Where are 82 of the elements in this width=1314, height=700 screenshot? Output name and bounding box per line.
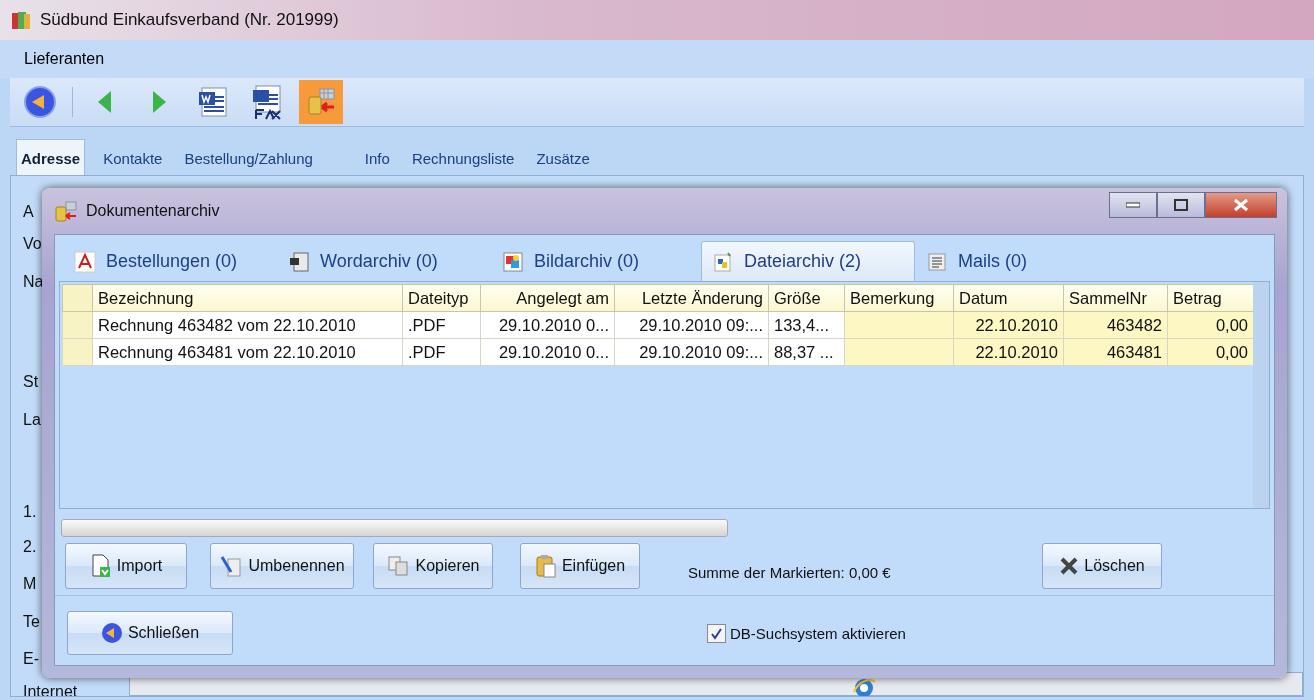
form-label: 1.	[23, 503, 37, 522]
tab[interactable]: Wordarchiv (0)	[277, 241, 491, 281]
maximize-button[interactable]	[1157, 192, 1205, 218]
tab[interactable]: Bestellung/Zahlung	[180, 140, 317, 175]
tab[interactable]: Mails (0)	[915, 241, 1045, 281]
copy-icon	[386, 555, 411, 577]
tab[interactable]: Bildarchiv (0)	[491, 241, 701, 281]
form-label: St	[23, 373, 39, 392]
cross-icon	[1059, 556, 1080, 576]
form-label: 2.	[23, 538, 37, 557]
form-label: Vo	[23, 235, 42, 254]
table-cell: 29.10.2010 0...	[480, 338, 615, 366]
table-cell: 29.10.2010 0...	[480, 311, 615, 339]
image-icon	[502, 250, 524, 273]
archive-icon	[54, 200, 78, 222]
table-cell: 88,37 ...	[768, 338, 845, 366]
scrollbar[interactable]	[1253, 282, 1269, 508]
close-dialog-button[interactable]: Schließen	[67, 611, 233, 655]
checkbox[interactable]	[707, 623, 726, 643]
table-cell: 22.10.2010	[953, 338, 1064, 366]
back-icon	[100, 622, 123, 644]
tab[interactable]: Adresse	[16, 139, 86, 175]
tab[interactable]: Dateiarchiv (2)	[701, 241, 915, 281]
table-cell: Rechnung 463481 vom 22.10.2010	[92, 338, 403, 366]
column-header[interactable]: SammelNr	[1063, 284, 1168, 312]
pdf-icon	[74, 250, 96, 273]
table-cell: 0,00	[1167, 338, 1254, 366]
row-header	[62, 284, 93, 312]
checkbox-label[interactable]: DB-Suchsystem aktivieren	[730, 624, 906, 642]
table-cell: Rechnung 463482 vom 22.10.2010	[92, 311, 403, 339]
form-label: La	[23, 411, 41, 430]
minimize-icon	[1126, 202, 1140, 208]
close-button[interactable]	[1205, 192, 1277, 218]
mail-document-icon	[926, 250, 948, 273]
rename-icon	[219, 554, 244, 578]
tab[interactable]: Zusätze	[532, 140, 594, 175]
window-title: Südbund Einkaufsverband (Nr. 201999)	[40, 10, 339, 30]
table-cell: 29.10.2010 09:...	[614, 338, 769, 366]
menu-item[interactable]: Lieferanten	[24, 50, 105, 68]
form-label: E-	[23, 650, 39, 669]
document-icon	[288, 250, 310, 273]
tab[interactable]: Info	[360, 140, 394, 175]
form-label: A	[23, 203, 34, 222]
tab[interactable]: Bestellungen (0)	[63, 241, 277, 281]
table-cell: 463481	[1063, 338, 1168, 366]
scrollbar[interactable]	[61, 519, 728, 537]
table-cell: .PDF	[402, 311, 481, 339]
import-button[interactable]: Import	[65, 543, 187, 589]
archive-icon[interactable]	[306, 87, 336, 117]
close-icon	[1233, 198, 1249, 212]
column-header[interactable]: Letzte Änderung	[614, 284, 769, 312]
form-label: Na	[23, 273, 44, 292]
column-header[interactable]: Dateityp	[402, 284, 481, 312]
sum-label: Summe der Markierten: 0,00 €	[688, 563, 892, 581]
column-header[interactable]: Betrag	[1167, 284, 1254, 312]
copy-button[interactable]: Kopieren	[373, 543, 493, 589]
app-icon	[10, 9, 32, 31]
delete-button[interactable]: Löschen	[1042, 543, 1162, 589]
table-cell: 463482	[1063, 311, 1168, 339]
table-cell: 22.10.2010	[953, 311, 1064, 339]
form-label: Te	[23, 613, 40, 632]
table-cell: .PDF	[402, 338, 481, 366]
column-header[interactable]: Angelegt am	[480, 284, 615, 312]
file-icon	[712, 250, 734, 273]
paste-button[interactable]: Einfügen	[520, 543, 640, 589]
rename-button[interactable]: Umbenennen	[210, 543, 354, 589]
table-cell: 0,00	[1167, 311, 1254, 339]
browser-icon[interactable]	[851, 676, 877, 696]
column-header[interactable]: Bezeichnung	[92, 284, 403, 312]
form-label: M	[23, 575, 37, 594]
dialog-title: Dokumentenarchiv	[86, 202, 220, 220]
paste-icon	[534, 554, 557, 578]
column-header[interactable]: Datum	[953, 284, 1064, 312]
tab[interactable]: Rechnungsliste	[407, 140, 519, 175]
column-header[interactable]: Bemerkung	[844, 284, 954, 312]
maximize-icon	[1174, 199, 1188, 211]
table-cell: 133,4...	[768, 311, 845, 339]
minimize-button[interactable]	[1109, 192, 1157, 218]
table-cell: 29.10.2010 09:...	[614, 311, 769, 339]
tab[interactable]: Kontakte	[99, 140, 167, 175]
column-header[interactable]: Größe	[768, 284, 845, 312]
import-icon	[89, 554, 112, 578]
